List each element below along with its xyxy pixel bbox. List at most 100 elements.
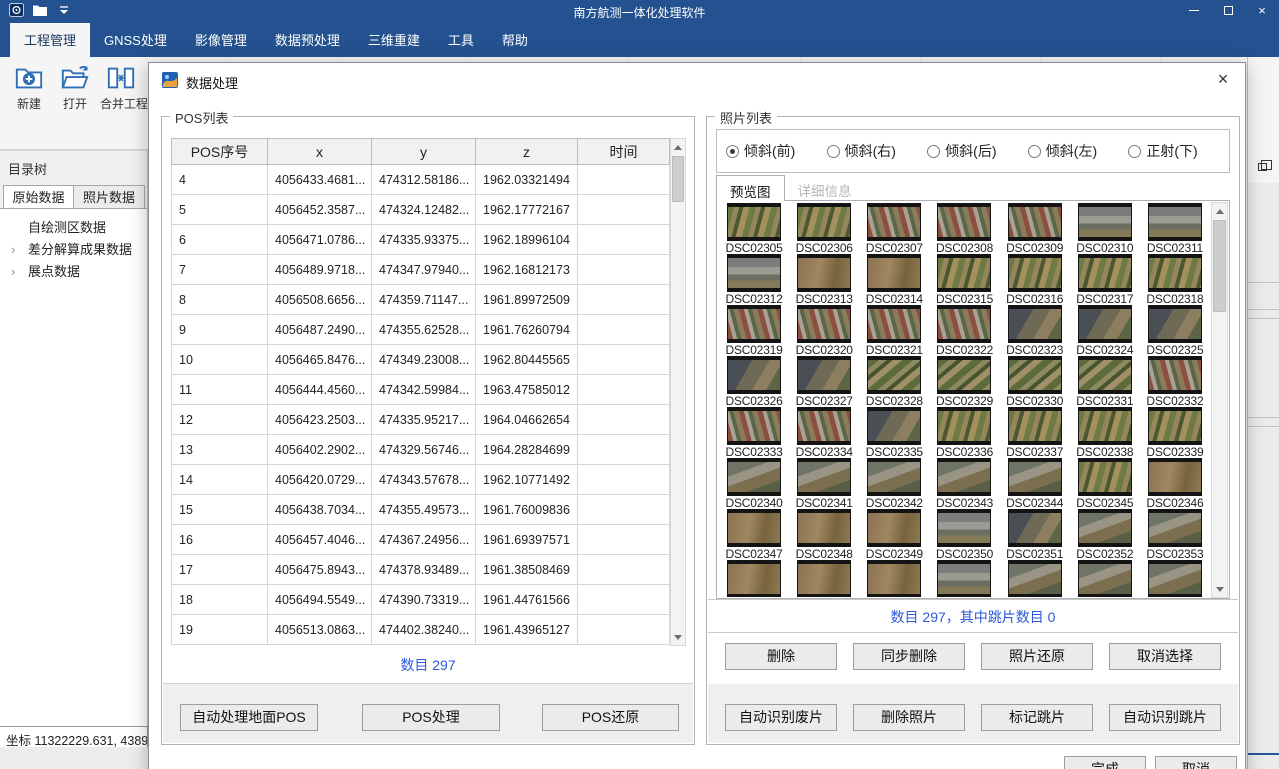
photo-item[interactable]: DSC02337 bbox=[1000, 407, 1070, 458]
photo-item[interactable]: DSC02310 bbox=[1070, 203, 1140, 254]
photo-thumbnail[interactable] bbox=[1008, 305, 1062, 343]
photo-thumbnail[interactable] bbox=[1008, 356, 1062, 394]
photo-thumbnail[interactable] bbox=[937, 203, 991, 241]
photo-item[interactable]: DSC02322 bbox=[929, 305, 999, 356]
photo-thumbnail[interactable] bbox=[1008, 560, 1062, 597]
photo-item[interactable] bbox=[929, 560, 999, 597]
radio-camera-2[interactable]: 倾斜(右) bbox=[827, 141, 928, 161]
scroll-down-icon[interactable] bbox=[1212, 581, 1227, 597]
photo-item[interactable] bbox=[719, 560, 789, 597]
photo-item[interactable]: DSC02328 bbox=[859, 356, 929, 407]
radio-camera-3[interactable]: 倾斜(后) bbox=[927, 141, 1028, 161]
photo-thumbnail[interactable] bbox=[727, 356, 781, 394]
toolbar-button-1[interactable]: 新建 bbox=[8, 61, 50, 112]
delete-button[interactable]: 删除 bbox=[725, 643, 837, 670]
tree-item-2[interactable]: ›差分解算成果数据 bbox=[0, 239, 147, 261]
toolbar-button-2[interactable]: 打开 bbox=[54, 61, 96, 112]
photo-thumbnail[interactable] bbox=[1078, 509, 1132, 547]
pos-table-row[interactable]: 74056489.9718...474347.97940...1962.1681… bbox=[172, 255, 670, 285]
restore-window-icon[interactable] bbox=[1258, 163, 1267, 171]
photo-thumbnail[interactable] bbox=[1078, 254, 1132, 292]
scroll-up-icon[interactable] bbox=[671, 139, 685, 155]
photo-item[interactable]: DSC02352 bbox=[1070, 509, 1140, 560]
photo-restore-button[interactable]: 照片还原 bbox=[981, 643, 1093, 670]
chevron-right-icon[interactable]: › bbox=[11, 261, 15, 283]
chevron-right-icon[interactable]: › bbox=[11, 239, 15, 261]
photo-thumbnail[interactable] bbox=[797, 509, 851, 547]
photo-item[interactable]: DSC02325 bbox=[1140, 305, 1210, 356]
pos-table-row[interactable]: 184056494.5549...474390.73319...1961.447… bbox=[172, 585, 670, 615]
photo-thumbnail[interactable] bbox=[937, 509, 991, 547]
pos-column-header[interactable]: 时间 bbox=[578, 139, 670, 165]
photo-item[interactable]: DSC02341 bbox=[789, 458, 859, 509]
photo-thumbnail[interactable] bbox=[867, 509, 921, 547]
pos-table-row[interactable]: 54056452.3587...474324.12482...1962.1777… bbox=[172, 195, 670, 225]
toolbar-button-3[interactable]: 合并工程 bbox=[100, 61, 142, 112]
scroll-down-icon[interactable] bbox=[671, 629, 685, 645]
photo-item[interactable]: DSC02329 bbox=[929, 356, 999, 407]
photo-item[interactable]: DSC02308 bbox=[929, 203, 999, 254]
photo-item[interactable]: DSC02333 bbox=[719, 407, 789, 458]
photo-thumbnail[interactable] bbox=[1148, 407, 1202, 445]
photo-thumbnail[interactable] bbox=[727, 509, 781, 547]
pos-table-row[interactable]: 84056508.6656...474359.71147...1961.8997… bbox=[172, 285, 670, 315]
menu-tab-2[interactable]: GNSS处理 bbox=[90, 23, 181, 57]
photo-tab-2[interactable]: 详细信息 bbox=[785, 175, 865, 201]
photo-item[interactable]: DSC02311 bbox=[1140, 203, 1210, 254]
dialog-close-icon[interactable]: × bbox=[1209, 69, 1237, 91]
photo-thumbnail[interactable] bbox=[937, 458, 991, 496]
photo-item[interactable]: DSC02305 bbox=[719, 203, 789, 254]
pos-column-header[interactable]: POS序号 bbox=[172, 139, 268, 165]
photo-thumbnail[interactable] bbox=[1148, 509, 1202, 547]
photo-thumbnail[interactable] bbox=[937, 560, 991, 597]
pos-process-button[interactable]: POS处理 bbox=[362, 704, 500, 731]
radio-button-icon[interactable] bbox=[726, 145, 739, 158]
photo-thumbnail[interactable] bbox=[867, 407, 921, 445]
menu-tab-4[interactable]: 数据预处理 bbox=[261, 23, 354, 57]
photo-item[interactable]: DSC02338 bbox=[1070, 407, 1140, 458]
photo-item[interactable]: DSC02336 bbox=[929, 407, 999, 458]
pos-table-row[interactable]: 174056475.8943...474378.93489...1961.385… bbox=[172, 555, 670, 585]
photo-item[interactable]: DSC02309 bbox=[1000, 203, 1070, 254]
photo-item[interactable]: DSC02313 bbox=[789, 254, 859, 305]
menu-tab-3[interactable]: 影像管理 bbox=[181, 23, 261, 57]
radio-button-icon[interactable] bbox=[927, 145, 940, 158]
pos-table-row[interactable]: 124056423.2503...474335.95217...1964.046… bbox=[172, 405, 670, 435]
pos-restore-button[interactable]: POS还原 bbox=[542, 704, 679, 731]
photo-thumbnail[interactable] bbox=[727, 560, 781, 597]
auto-detect-skip-photos-button[interactable]: 自动识别跳片 bbox=[1109, 704, 1221, 731]
photo-tab-1[interactable]: 预览图 bbox=[716, 175, 785, 201]
photo-thumbnail[interactable] bbox=[727, 458, 781, 496]
photo-thumbnail[interactable] bbox=[867, 356, 921, 394]
sidebar-tab-1[interactable]: 原始数据 bbox=[3, 185, 74, 209]
photo-thumbnail[interactable] bbox=[797, 407, 851, 445]
photo-item[interactable]: DSC02319 bbox=[719, 305, 789, 356]
pos-table-row[interactable]: 164056457.4046...474367.24956...1961.693… bbox=[172, 525, 670, 555]
photo-item[interactable]: DSC02315 bbox=[929, 254, 999, 305]
sidebar-tab-2[interactable]: 照片数据 bbox=[74, 185, 145, 209]
photo-item[interactable]: DSC02317 bbox=[1070, 254, 1140, 305]
mark-skip-photos-button[interactable]: 标记跳片 bbox=[981, 704, 1093, 731]
photo-item[interactable]: DSC02314 bbox=[859, 254, 929, 305]
photo-thumbnail[interactable] bbox=[1008, 509, 1062, 547]
pos-table-row[interactable]: 114056444.4560...474342.59984...1963.475… bbox=[172, 375, 670, 405]
photo-item[interactable]: DSC02353 bbox=[1140, 509, 1210, 560]
photo-thumbnail[interactable] bbox=[797, 203, 851, 241]
photo-thumbnail[interactable] bbox=[867, 560, 921, 597]
photo-thumbnail[interactable] bbox=[1148, 560, 1202, 597]
pos-column-header[interactable]: y bbox=[372, 139, 476, 165]
sync-delete-button[interactable]: 同步删除 bbox=[853, 643, 965, 670]
photo-thumbnail[interactable] bbox=[1008, 254, 1062, 292]
photo-item[interactable]: DSC02327 bbox=[789, 356, 859, 407]
photo-item[interactable]: DSC02334 bbox=[789, 407, 859, 458]
maximize-button[interactable] bbox=[1211, 0, 1245, 21]
photo-thumbnail[interactable] bbox=[937, 254, 991, 292]
photo-grid-scrollbar[interactable] bbox=[1211, 202, 1228, 598]
photo-item[interactable] bbox=[789, 560, 859, 597]
tree-item-1[interactable]: 自绘测区数据 bbox=[0, 217, 147, 239]
scrollbar-thumb[interactable] bbox=[1213, 220, 1226, 312]
pos-table-row[interactable]: 134056402.2902...474329.56746...1964.282… bbox=[172, 435, 670, 465]
photo-item[interactable]: DSC02326 bbox=[719, 356, 789, 407]
photo-thumbnail[interactable] bbox=[797, 254, 851, 292]
photo-thumbnail[interactable] bbox=[937, 305, 991, 343]
